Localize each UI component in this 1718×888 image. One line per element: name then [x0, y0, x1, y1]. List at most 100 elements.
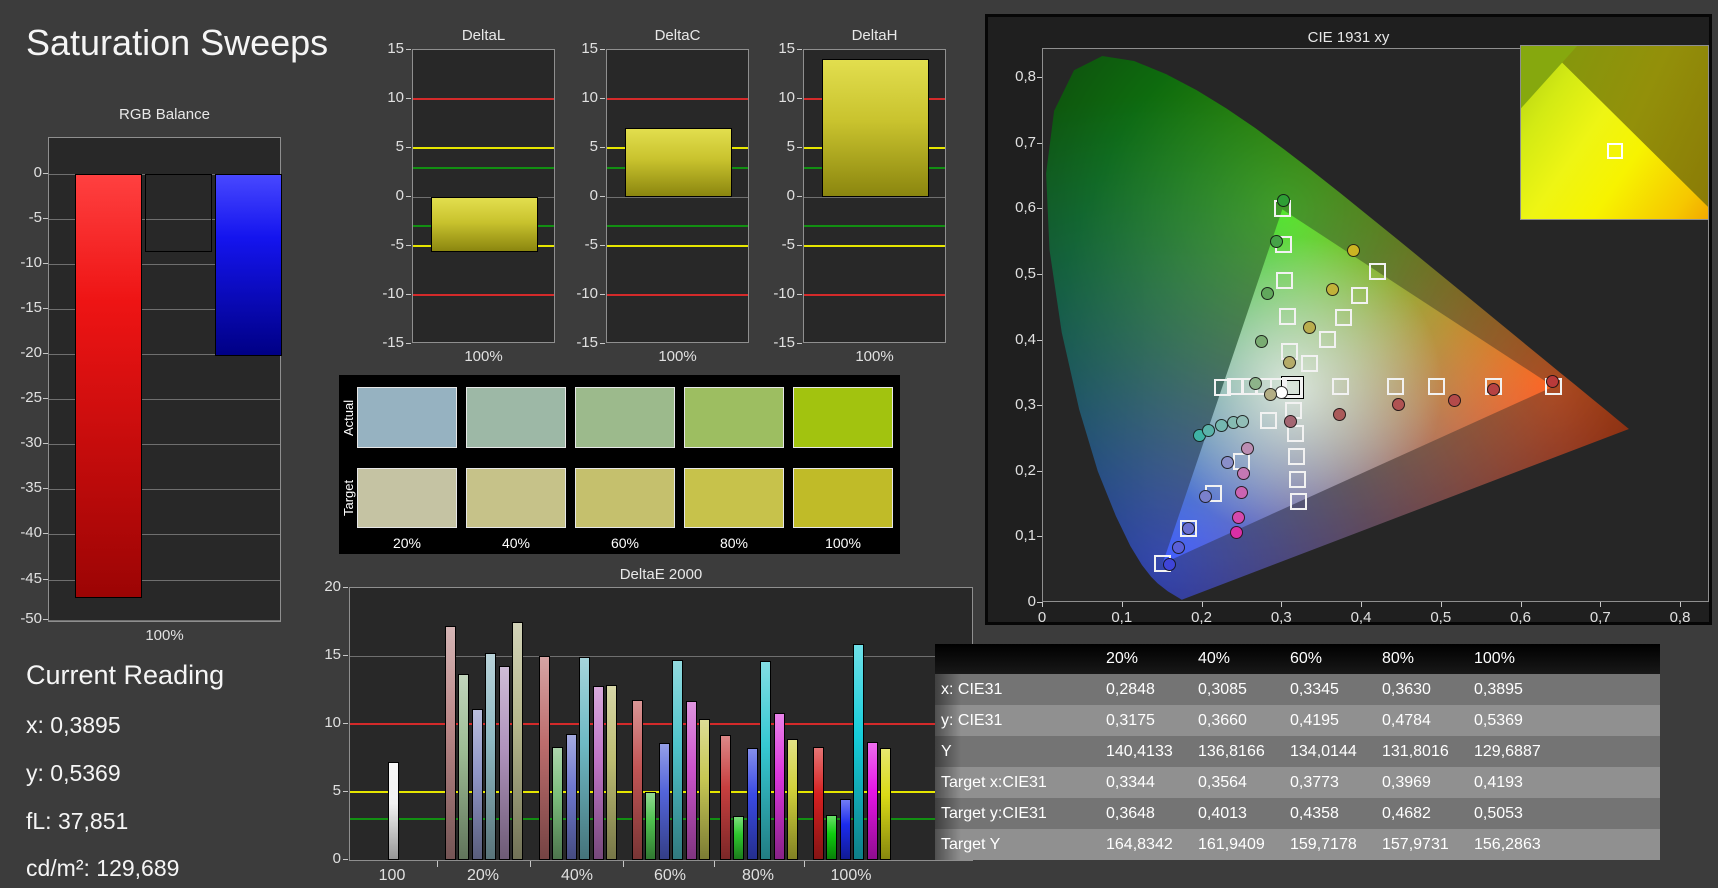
- rgb-y-tick-label: 0: [33, 164, 42, 182]
- delta-plot-deltah: [803, 49, 946, 343]
- delta-ref-line: [804, 294, 945, 296]
- deltae-ref-line: [350, 723, 972, 725]
- delta-y-tick-label: 10: [778, 89, 795, 106]
- deltae-grid-line: [350, 656, 972, 657]
- delta-ref-line: [413, 166, 554, 169]
- delta-y-tick-label: -15: [773, 334, 795, 351]
- delta-y-tick-label: 0: [786, 187, 795, 204]
- rgb-y-tick-label: -35: [20, 479, 42, 497]
- deltae-y-tick: [343, 723, 348, 724]
- delta-ref-line: [413, 147, 554, 149]
- cie-x-tick-label: 0,2: [1191, 609, 1212, 626]
- table-header-cell: 100%: [1474, 650, 1515, 667]
- table-cell: 131,8016: [1382, 742, 1449, 760]
- rgb-balance-x-label: 100%: [145, 627, 184, 644]
- rgb-y-tick-label: -45: [20, 569, 42, 587]
- cie-zoom-minimap: [1520, 45, 1709, 220]
- cie-y-tick-label: 0,2: [1015, 461, 1036, 479]
- cie-x-tick-label: 0,8: [1669, 609, 1691, 626]
- current-reading-line: y: 0,5369: [26, 760, 121, 786]
- cie-y-tick-label: 0,8: [1015, 68, 1036, 86]
- deltae-y-tick-label: 0: [332, 850, 341, 867]
- delta-plot-deltal: [412, 49, 555, 343]
- cie-x-tick-label: 0,5: [1430, 609, 1452, 626]
- delta-y-tick-label: 15: [387, 40, 404, 57]
- deltae-bar-80%-4: [773, 713, 785, 860]
- cie-y-tick-label: 0,4: [1015, 330, 1036, 348]
- table-cell: 134,0144: [1290, 742, 1357, 760]
- table-cell: 0,3630: [1382, 680, 1431, 698]
- rgb-y-tick-label: -50: [20, 610, 42, 627]
- table-row-label: Y: [941, 742, 952, 760]
- cie-measurement-dot: [1220, 456, 1234, 470]
- cie-measurement-dot: [1255, 334, 1268, 348]
- rgb-balance-plot: [48, 137, 282, 622]
- current-reading-line: cd/m²: 129,689: [26, 855, 180, 881]
- cie-y-tick: [1037, 77, 1042, 79]
- cie-target-square: [1290, 493, 1308, 511]
- cie-y-tick: [1037, 470, 1042, 472]
- rgb-y-tick: [43, 308, 48, 310]
- cie-1931-panel: CIE 1931 xy 0 0,1 0,2 0,3 0,4 0,5 0,6 0,7 0,8 0 0,…: [985, 14, 1712, 626]
- table-cell: 156,2863: [1474, 835, 1541, 853]
- table-cell: 0,4193: [1474, 773, 1523, 791]
- cie-x-tick: [1121, 602, 1123, 607]
- rgb-y-tick-label: -25: [20, 389, 42, 407]
- deltae-y-tick: [343, 655, 348, 656]
- table-cell: 0,4013: [1198, 804, 1247, 822]
- cie-y-tick-label: 0,1: [1015, 527, 1036, 545]
- cie-x-tick-label: 0,1: [1111, 609, 1133, 626]
- current-reading-line: x: 0,3895: [26, 712, 121, 738]
- delta-y-tick-label: 0: [395, 187, 404, 204]
- table-row: Target y:CIE31 0,3648 0,4013 0,4358 0,4682 0,…: [935, 798, 1660, 829]
- cie-y-tick: [1037, 208, 1042, 210]
- delta-y-tick: [797, 343, 802, 344]
- deltae-bar-80%-3: [760, 661, 772, 860]
- deltae-x-label-40%: 40%: [560, 867, 594, 884]
- cie-measurement-dot: [1248, 377, 1262, 391]
- rgb-y-tick: [43, 218, 48, 220]
- delta-y-tick: [600, 98, 605, 99]
- deltae-x-label-100: 100: [378, 867, 406, 884]
- deltae-x-tick: [623, 861, 624, 867]
- cie-y-tick-label: 0: [1027, 593, 1036, 610]
- cie-measurement-dot: [1325, 282, 1339, 296]
- cie-measurement-dot: [1235, 414, 1249, 428]
- swatch-row-label-target: Target: [341, 479, 356, 517]
- deltae-bar-80%-5: [787, 738, 799, 860]
- delta-y-tick: [797, 147, 802, 148]
- cie-x-tick: [1361, 602, 1362, 607]
- cie-y-tick-label: 0,7: [1015, 133, 1036, 151]
- deltae-x-label-100%: 100%: [830, 867, 872, 884]
- rgb-grid-line: [49, 620, 280, 621]
- cie-target-square: [1331, 378, 1349, 396]
- deltae-plot: [349, 587, 973, 861]
- delta-bar: [822, 58, 929, 197]
- rgb-balance-title: RGB Balance: [119, 106, 210, 123]
- cie-target-square: [1301, 355, 1319, 373]
- delta-bar: [625, 128, 732, 197]
- table-cell: 157,9731: [1382, 835, 1449, 853]
- deltae-bar-100%-1: [826, 815, 838, 860]
- swatch-col-label: 20%: [392, 535, 422, 551]
- deltae-y-tick-label: 20: [324, 578, 341, 595]
- cie-x-tick-label: 0,4: [1350, 609, 1372, 626]
- deltae-x-tick: [530, 861, 531, 867]
- deltae-bar-60%-0: [631, 699, 643, 860]
- cie-measurement-dot: [1240, 441, 1254, 455]
- delta-y-tick-label: 10: [581, 89, 598, 106]
- swatch-actual-60%: [575, 387, 675, 448]
- cie-x-tick: [1680, 602, 1681, 607]
- deltae-bar-100%-4: [866, 741, 878, 860]
- deltae-bar-60%-4: [685, 700, 697, 860]
- cie-x-tick-label: 0,3: [1270, 609, 1292, 626]
- delta-plot-deltac: [606, 49, 749, 343]
- delta-y-tick-label: 10: [387, 89, 404, 106]
- table-cell: 0,5053: [1474, 804, 1523, 822]
- table-header-cell: 80%: [1382, 650, 1415, 667]
- rgb-bar-red: [75, 174, 142, 598]
- deltae-bar-20%-0: [444, 626, 456, 860]
- swatch-actual-100%: [793, 387, 893, 448]
- cie-y-tick: [1037, 142, 1042, 144]
- deltae-bar-20%-3: [485, 653, 497, 860]
